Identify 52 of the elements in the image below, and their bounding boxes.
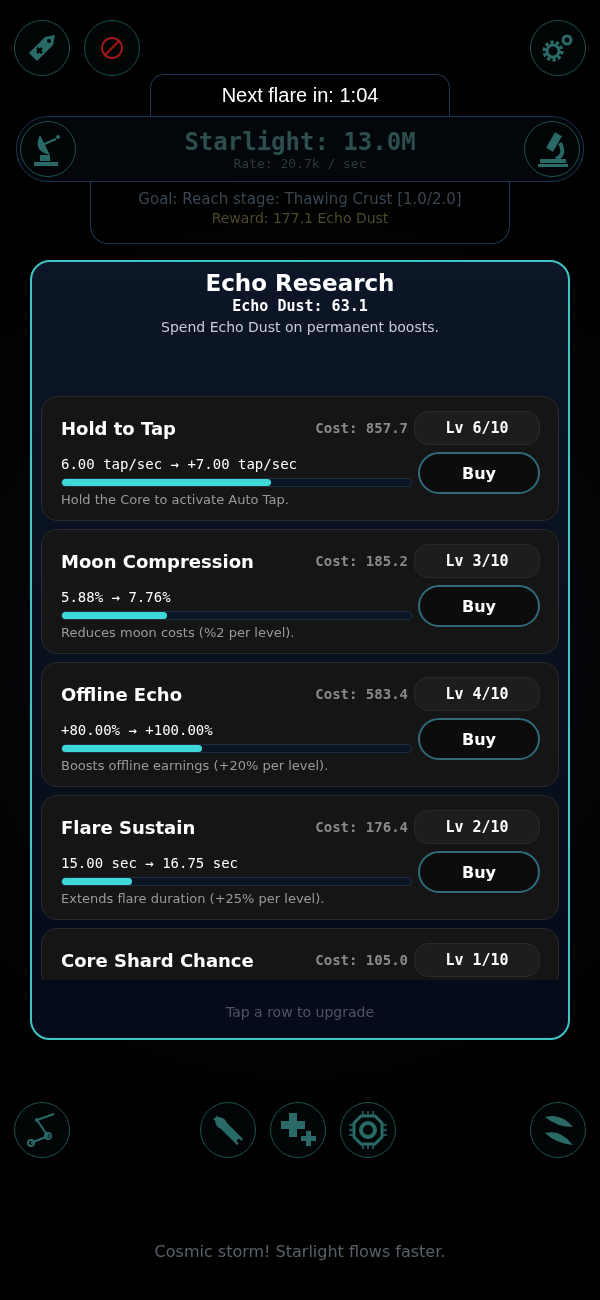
satellite-button[interactable]	[20, 121, 76, 177]
upgrade-card[interactable]: Core Shard Chance Cost: 105.0 Lv 1/10	[41, 928, 559, 980]
starlight-amount: Starlight: 13.0M	[184, 127, 416, 156]
upgrade-name: Hold to Tap	[61, 417, 177, 439]
upgrade-cost: Cost: 185.2	[315, 553, 408, 569]
buy-button[interactable]: Buy	[418, 851, 540, 893]
panel-subtitle: Spend Echo Dust on permanent boosts.	[160, 319, 440, 335]
goal-reward: Reward: 177.1 Echo Dust	[210, 210, 390, 226]
upgrade-card[interactable]: Hold to Tap Cost: 857.7 Lv 6/10 6.00 tap/sec → +7.00 tap/sec Buy Hold the Core to activate Auto Tap.	[41, 396, 559, 521]
upgrade-card[interactable]: Flare Sustain Cost: 176.4 Lv 2/10 15.00 sec → 16.75 sec Buy Extends flare duration (+25% per level).	[41, 795, 559, 920]
upgrade-description: Hold the Core to activate Auto Tap.	[61, 492, 290, 507]
effect-text: 6.00 tap/sec → +7.00 tap/sec	[61, 456, 298, 474]
plus-icon	[279, 1111, 317, 1149]
upgrade-cost: Cost: 583.4	[315, 686, 408, 702]
upgrade-name: Moon Compression	[61, 550, 255, 572]
level-badge: Lv 2/10	[414, 810, 540, 844]
chip-icon	[348, 1110, 388, 1150]
upgrade-name: Offline Echo	[61, 683, 183, 705]
upgrade-name: Core Shard Chance	[61, 949, 255, 971]
research-button[interactable]	[524, 121, 580, 177]
tag-button[interactable]	[14, 20, 70, 76]
upgrade-card[interactable]: Offline Echo Cost: 583.4 Lv 4/10 +80.00% → +100.00% Buy Boosts offline earnings (+20% per level).	[41, 662, 559, 787]
upgrade-cost: Cost: 105.0	[315, 952, 408, 968]
buy-button[interactable]: Buy	[418, 452, 540, 494]
robot-arm-button[interactable]	[14, 1102, 70, 1158]
upgrade-description: Extends flare duration (+25% per level).	[61, 891, 326, 906]
upgrade-description: Reduces moon costs (%2 per level).	[61, 625, 296, 640]
panel-title: Echo Research	[204, 270, 396, 296]
chip-button[interactable]	[340, 1102, 396, 1158]
hint-text: Tap a row to upgrade	[224, 1003, 376, 1020]
upgrade-card[interactable]: Moon Compression Cost: 185.2 Lv 3/10 5.88% → 7.76% Buy Reduces moon costs (%2 per level).	[41, 529, 559, 654]
status-message: Cosmic storm! Starlight flows faster.	[153, 1242, 447, 1261]
upgrade-cost: Cost: 857.7	[315, 420, 408, 436]
buy-button[interactable]: Buy	[418, 718, 540, 760]
level-badge: Lv 3/10	[414, 544, 540, 578]
level-badge: Lv 4/10	[414, 677, 540, 711]
effect-text: 15.00 sec → 16.75 sec	[61, 855, 239, 873]
effect-text: +80.00% → +100.00%	[61, 722, 214, 740]
feathers-button[interactable]	[530, 1102, 586, 1158]
goal-text: Goal: Reach stage: Thawing Crust [1.0/2.0]	[137, 190, 463, 208]
prohibited-icon	[99, 35, 125, 61]
upgrade-description: Boosts offline earnings (+20% per level).	[61, 758, 330, 773]
block-button[interactable]	[84, 20, 140, 76]
level-badge: Lv 1/10	[414, 943, 540, 977]
effect-text: 5.88% → 7.76%	[61, 589, 172, 607]
settings-button[interactable]	[530, 20, 586, 76]
upgrade-name: Flare Sustain	[61, 816, 197, 838]
level-badge: Lv 6/10	[414, 411, 540, 445]
echo-dust-balance: Echo Dust: 63.1	[231, 297, 369, 315]
plus-button[interactable]	[270, 1102, 326, 1158]
upgrade-cost: Cost: 176.4	[315, 819, 408, 835]
buy-button[interactable]: Buy	[418, 585, 540, 627]
